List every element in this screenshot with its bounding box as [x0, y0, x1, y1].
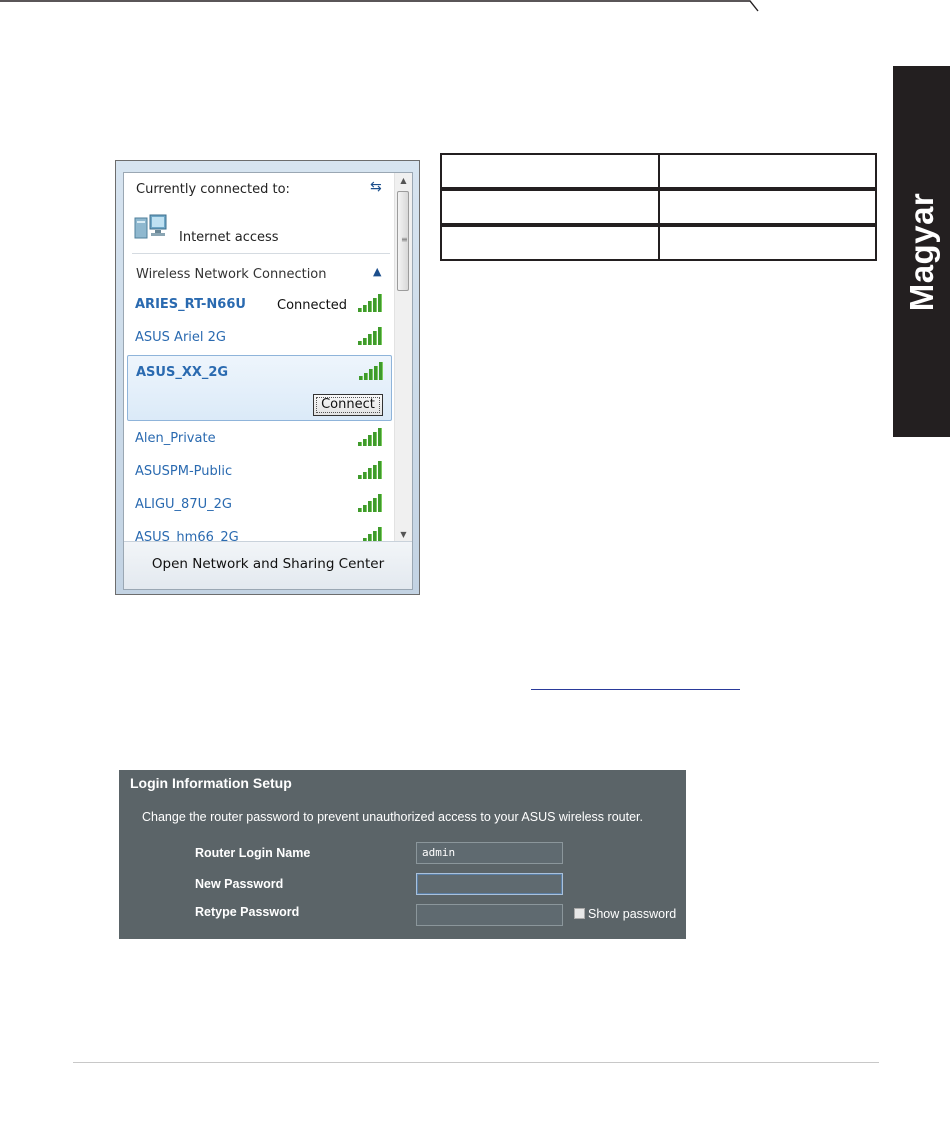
router-login-name-label: Router Login Name — [195, 846, 311, 860]
panel-description: Change the router password to prevent un… — [142, 810, 643, 824]
network-name: ALIGU_87U_2G — [135, 497, 232, 512]
language-side-tab: Magyar — [893, 66, 950, 437]
table-row — [440, 223, 877, 261]
network-name: ARIES_RT-N66U — [135, 297, 246, 312]
wireless-section-label: Wireless Network Connection — [136, 267, 327, 282]
retype-password-label: Retype Password — [195, 905, 300, 919]
network-item[interactable]: ASUS Ariel 2G — [127, 323, 392, 353]
divider — [132, 253, 390, 254]
scroll-thumb[interactable]: ≡ — [397, 191, 409, 291]
network-name: ASUS_XX_2G — [136, 365, 229, 380]
connect-button[interactable]: Connect — [313, 394, 383, 416]
network-item[interactable]: ARIES_RT-N66U Connected — [127, 290, 392, 320]
table-row — [440, 187, 877, 226]
wireless-network-popup: Currently connected to: ⇆ Internet acces… — [115, 160, 420, 595]
network-item[interactable]: ALIGU_87U_2G — [127, 490, 392, 520]
internet-access-label: Internet access — [179, 230, 279, 245]
currently-connected-label: Currently connected to: — [136, 182, 290, 197]
language-label: Magyar — [902, 192, 940, 311]
network-name: Alen_Private — [135, 431, 216, 446]
checkbox-icon[interactable] — [574, 908, 585, 919]
network-computer-icon — [134, 214, 167, 239]
network-popup-footer: Open Network and Sharing Center — [124, 541, 412, 589]
network-status: Connected — [277, 298, 348, 313]
signal-strength-icon — [358, 494, 382, 512]
network-item[interactable]: Alen_Private — [127, 424, 392, 454]
new-password-input[interactable] — [416, 873, 563, 895]
network-name: ASUS Ariel 2G — [135, 330, 226, 345]
retype-password-input[interactable] — [416, 904, 563, 926]
show-password-checkbox[interactable]: Show password — [574, 907, 676, 921]
signal-strength-icon — [358, 428, 382, 446]
open-network-sharing-center-link[interactable]: Open Network and Sharing Center — [124, 556, 412, 572]
signal-strength-icon — [359, 362, 383, 380]
router-login-name-input[interactable]: admin — [416, 842, 563, 864]
network-list-panel: Currently connected to: ⇆ Internet acces… — [123, 172, 413, 590]
chevron-up-icon[interactable]: ▲ — [373, 265, 381, 278]
refresh-icon[interactable]: ⇆ — [370, 179, 382, 195]
signal-strength-icon — [358, 461, 382, 479]
signal-strength-icon — [358, 294, 382, 312]
router-url-link[interactable] — [531, 688, 740, 690]
panel-title: Login Information Setup — [130, 775, 292, 791]
table-row — [440, 153, 877, 190]
bottom-rule — [73, 1062, 879, 1063]
info-table — [440, 153, 877, 261]
network-name: ASUSPM-Public — [135, 464, 233, 479]
show-password-label: Show password — [588, 907, 677, 921]
grip-icon: ≡ — [401, 235, 408, 244]
network-item-selected[interactable]: ASUS_XX_2G Connect — [127, 355, 392, 421]
scroll-up-icon[interactable]: ▲ — [395, 173, 412, 189]
new-password-label: New Password — [195, 877, 284, 891]
login-information-setup-panel: Login Information Setup Change the route… — [119, 770, 686, 939]
signal-strength-icon — [358, 327, 382, 345]
top-rule — [0, 0, 759, 12]
network-item[interactable]: ASUSPM-Public — [127, 457, 392, 487]
network-list-scrollbar[interactable]: ▲ ≡ ▼ — [394, 173, 412, 543]
